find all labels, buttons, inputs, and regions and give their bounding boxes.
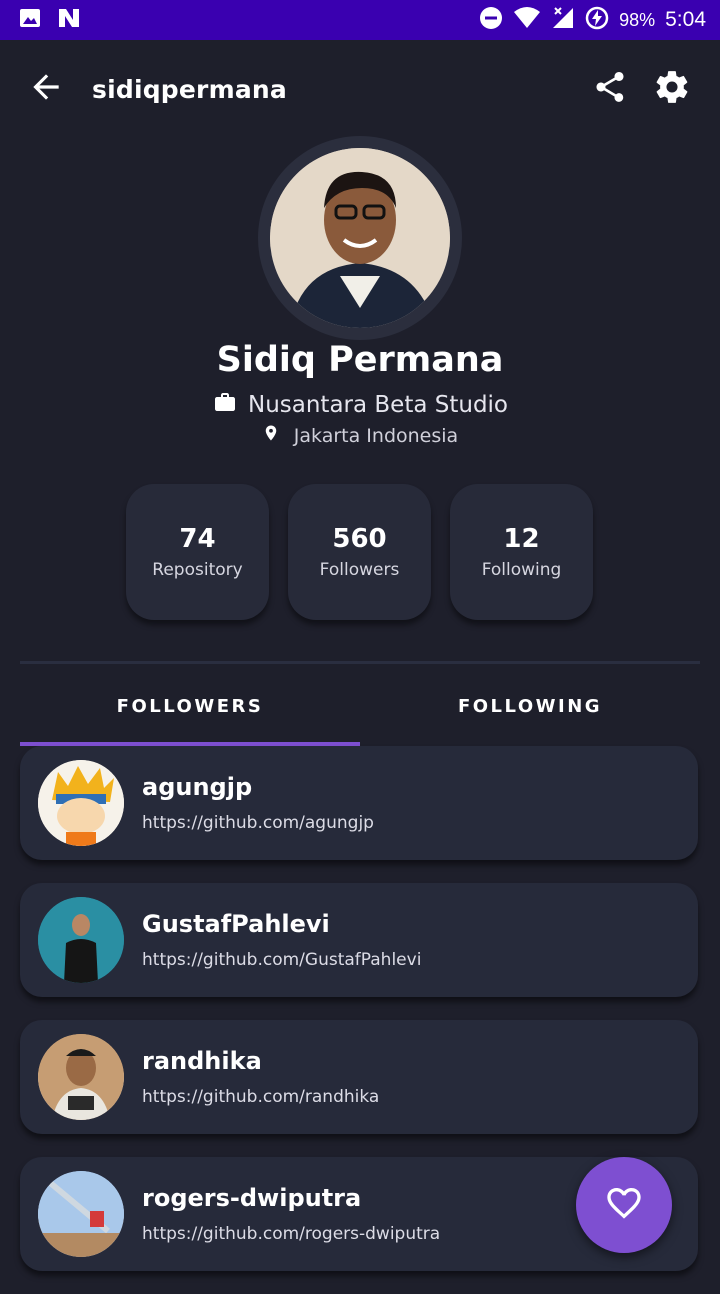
clock: 5:04 <box>665 8 706 31</box>
heart-icon <box>604 1183 644 1227</box>
user-login: agungjp <box>142 773 253 801</box>
user-url: https://github.com/randhika <box>142 1087 380 1107</box>
status-bar: 98% 5:04 <box>0 0 720 40</box>
avatar <box>38 897 124 983</box>
user-login: rogers-dwiputra <box>142 1184 362 1212</box>
company-label: Nusantara Beta Studio <box>247 392 509 418</box>
favorite-button[interactable] <box>576 1157 672 1253</box>
image-icon <box>18 6 42 34</box>
list-item[interactable]: randhika https://github.com/randhika <box>20 1020 698 1134</box>
location-label: Jakarta Indonesia <box>293 424 459 447</box>
user-url: https://github.com/agungjp <box>142 813 374 833</box>
profile-name: Sidiq Permana <box>216 340 504 380</box>
settings-button[interactable] <box>648 65 696 113</box>
stat-value: 560 <box>332 524 387 554</box>
profile-company: Nusantara Beta Studio <box>0 390 720 420</box>
stat-label: Following <box>481 560 562 580</box>
tab-bar: FOLLOWERS FOLLOWING <box>20 666 700 746</box>
stat-value: 12 <box>503 524 540 554</box>
app-bar: sidiqpermana <box>0 48 720 130</box>
back-arrow-icon <box>27 68 65 110</box>
share-icon <box>592 69 628 109</box>
stats-row: 74 Repository 560 Followers 12 Following <box>126 484 593 620</box>
tab-following[interactable]: FOLLOWING <box>360 666 700 746</box>
stat-label: Followers <box>319 560 400 580</box>
avatar <box>270 148 450 328</box>
stat-followers[interactable]: 560 Followers <box>288 484 431 620</box>
profile-location: Jakarta Indonesia <box>0 422 720 449</box>
avatar <box>38 1171 124 1257</box>
back-button[interactable] <box>24 67 68 111</box>
user-url: https://github.com/rogers-dwiputra <box>142 1224 441 1244</box>
stat-repository[interactable]: 74 Repository <box>126 484 269 620</box>
stat-following[interactable]: 12 Following <box>450 484 593 620</box>
user-login: GustafPahlevi <box>142 910 330 938</box>
location-pin-icon <box>262 422 280 449</box>
battery-level: 98% <box>619 9 656 30</box>
signal-icon <box>551 6 575 35</box>
avatar <box>38 1034 124 1120</box>
stat-label: Repository <box>152 560 243 580</box>
wifi-icon <box>513 6 541 35</box>
battery-charging-icon <box>585 6 609 35</box>
page-title: sidiqpermana <box>92 74 287 104</box>
user-url: https://github.com/GustafPahlevi <box>142 950 422 970</box>
user-login: randhika <box>142 1047 262 1075</box>
tab-followers[interactable]: FOLLOWERS <box>20 666 360 746</box>
gear-icon <box>653 68 691 110</box>
briefcase-icon <box>212 390 238 420</box>
share-button[interactable] <box>586 65 634 113</box>
list-item[interactable]: GustafPahlevi https://github.com/GustafP… <box>20 883 698 997</box>
divider <box>20 661 700 664</box>
avatar <box>38 760 124 846</box>
profile-avatar <box>258 136 462 340</box>
list-item[interactable]: agungjp https://github.com/agungjp <box>20 746 698 860</box>
stat-value: 74 <box>179 524 216 554</box>
dnd-icon <box>479 6 503 35</box>
n-icon <box>56 6 82 34</box>
